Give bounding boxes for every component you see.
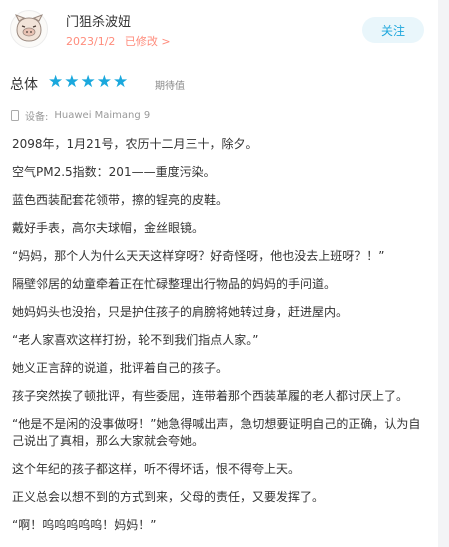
paragraph: “妈妈，那个人为什么天天这样穿呀？好奇怪呀，他也没去上班呀？！” (12, 249, 385, 263)
username[interactable]: 门狙杀波妞 (66, 11, 131, 30)
star-icon: ★ (80, 72, 96, 92)
follow-button[interactable]: 关注 (362, 17, 424, 43)
paragraph: 正义总会以想不到的方式到来，父母的责任，又要发挥了。 (12, 490, 325, 504)
star-icon: ★ (64, 72, 80, 92)
paragraph: 这个年纪的孩子都这样，听不得坏话，恨不得夸上天。 (12, 462, 301, 476)
overall-label: 总体 (10, 77, 38, 93)
review-date: 2023/1/2 (66, 35, 116, 48)
paragraph: 隔壁邻居的幼童牵着正在忙碌整理出行物品的妈妈的手问道。 (12, 277, 337, 291)
paragraph: 戴好手表，高尔夫球帽，金丝眼镜。 (12, 221, 205, 235)
paragraph: 孩子突然挨了顿批评，有些委屈，连带着那个西装革履的老人都讨厌上了。 (12, 389, 409, 403)
scrollbar-track[interactable] (438, 0, 449, 547)
star-icon: ★ (48, 72, 64, 92)
modified-link[interactable]: 已修改 > (125, 35, 171, 48)
paragraph: “啊！呜呜呜呜呜！妈妈！” (12, 518, 157, 532)
review-body: 2098年，1月21号，农历十二月三十，除夕。 空气PM2.5指数：201——重… (12, 136, 422, 545)
review-header: 门狙杀波妞 2023/1/2 已修改 > 关注 (10, 8, 430, 52)
star-icon: ★ (113, 72, 129, 92)
rating-stars: ★ ★ ★ ★ ★ (48, 73, 128, 91)
review-meta: 2023/1/2 已修改 > (66, 33, 171, 49)
device-value: Huawei Maimang 9 (54, 110, 151, 121)
review-content: 门狙杀波妞 2023/1/2 已修改 > 关注 总体 ★ ★ ★ ★ ★ 期待值 设备:… (0, 0, 438, 547)
rating-text: 期待值 (155, 81, 185, 92)
paragraph: “他是不是闲的没事做呀！”她急得喊出声，急切想要证明自己的正确，认为自己说出了真… (12, 417, 421, 448)
device-label: 设备: (25, 112, 49, 123)
star-icon: ★ (96, 72, 112, 92)
paragraph: 空气PM2.5指数：201——重度污染。 (12, 165, 216, 179)
paragraph: 蓝色西装配套花领带，擦的锃亮的皮鞋。 (12, 193, 229, 207)
phone-icon (11, 110, 19, 121)
paragraph: 她义正言辞的说道，批评着自己的孩子。 (12, 361, 229, 375)
device-row: 设备: Huawei Maimang 9 (11, 108, 150, 123)
paragraph: 她妈妈头也没抬，只是护住孩子的肩膀将她转过身，赶进屋内。 (12, 305, 349, 319)
pig-avatar-icon (10, 10, 48, 48)
avatar[interactable] (10, 10, 48, 48)
paragraph: “老人家喜欢这样打扮，轮不到我们指点人家。” (12, 333, 259, 347)
rating-row: 总体 ★ ★ ★ ★ ★ 期待值 (10, 73, 430, 93)
paragraph: 2098年，1月21号，农历十二月三十，除夕。 (12, 137, 258, 151)
